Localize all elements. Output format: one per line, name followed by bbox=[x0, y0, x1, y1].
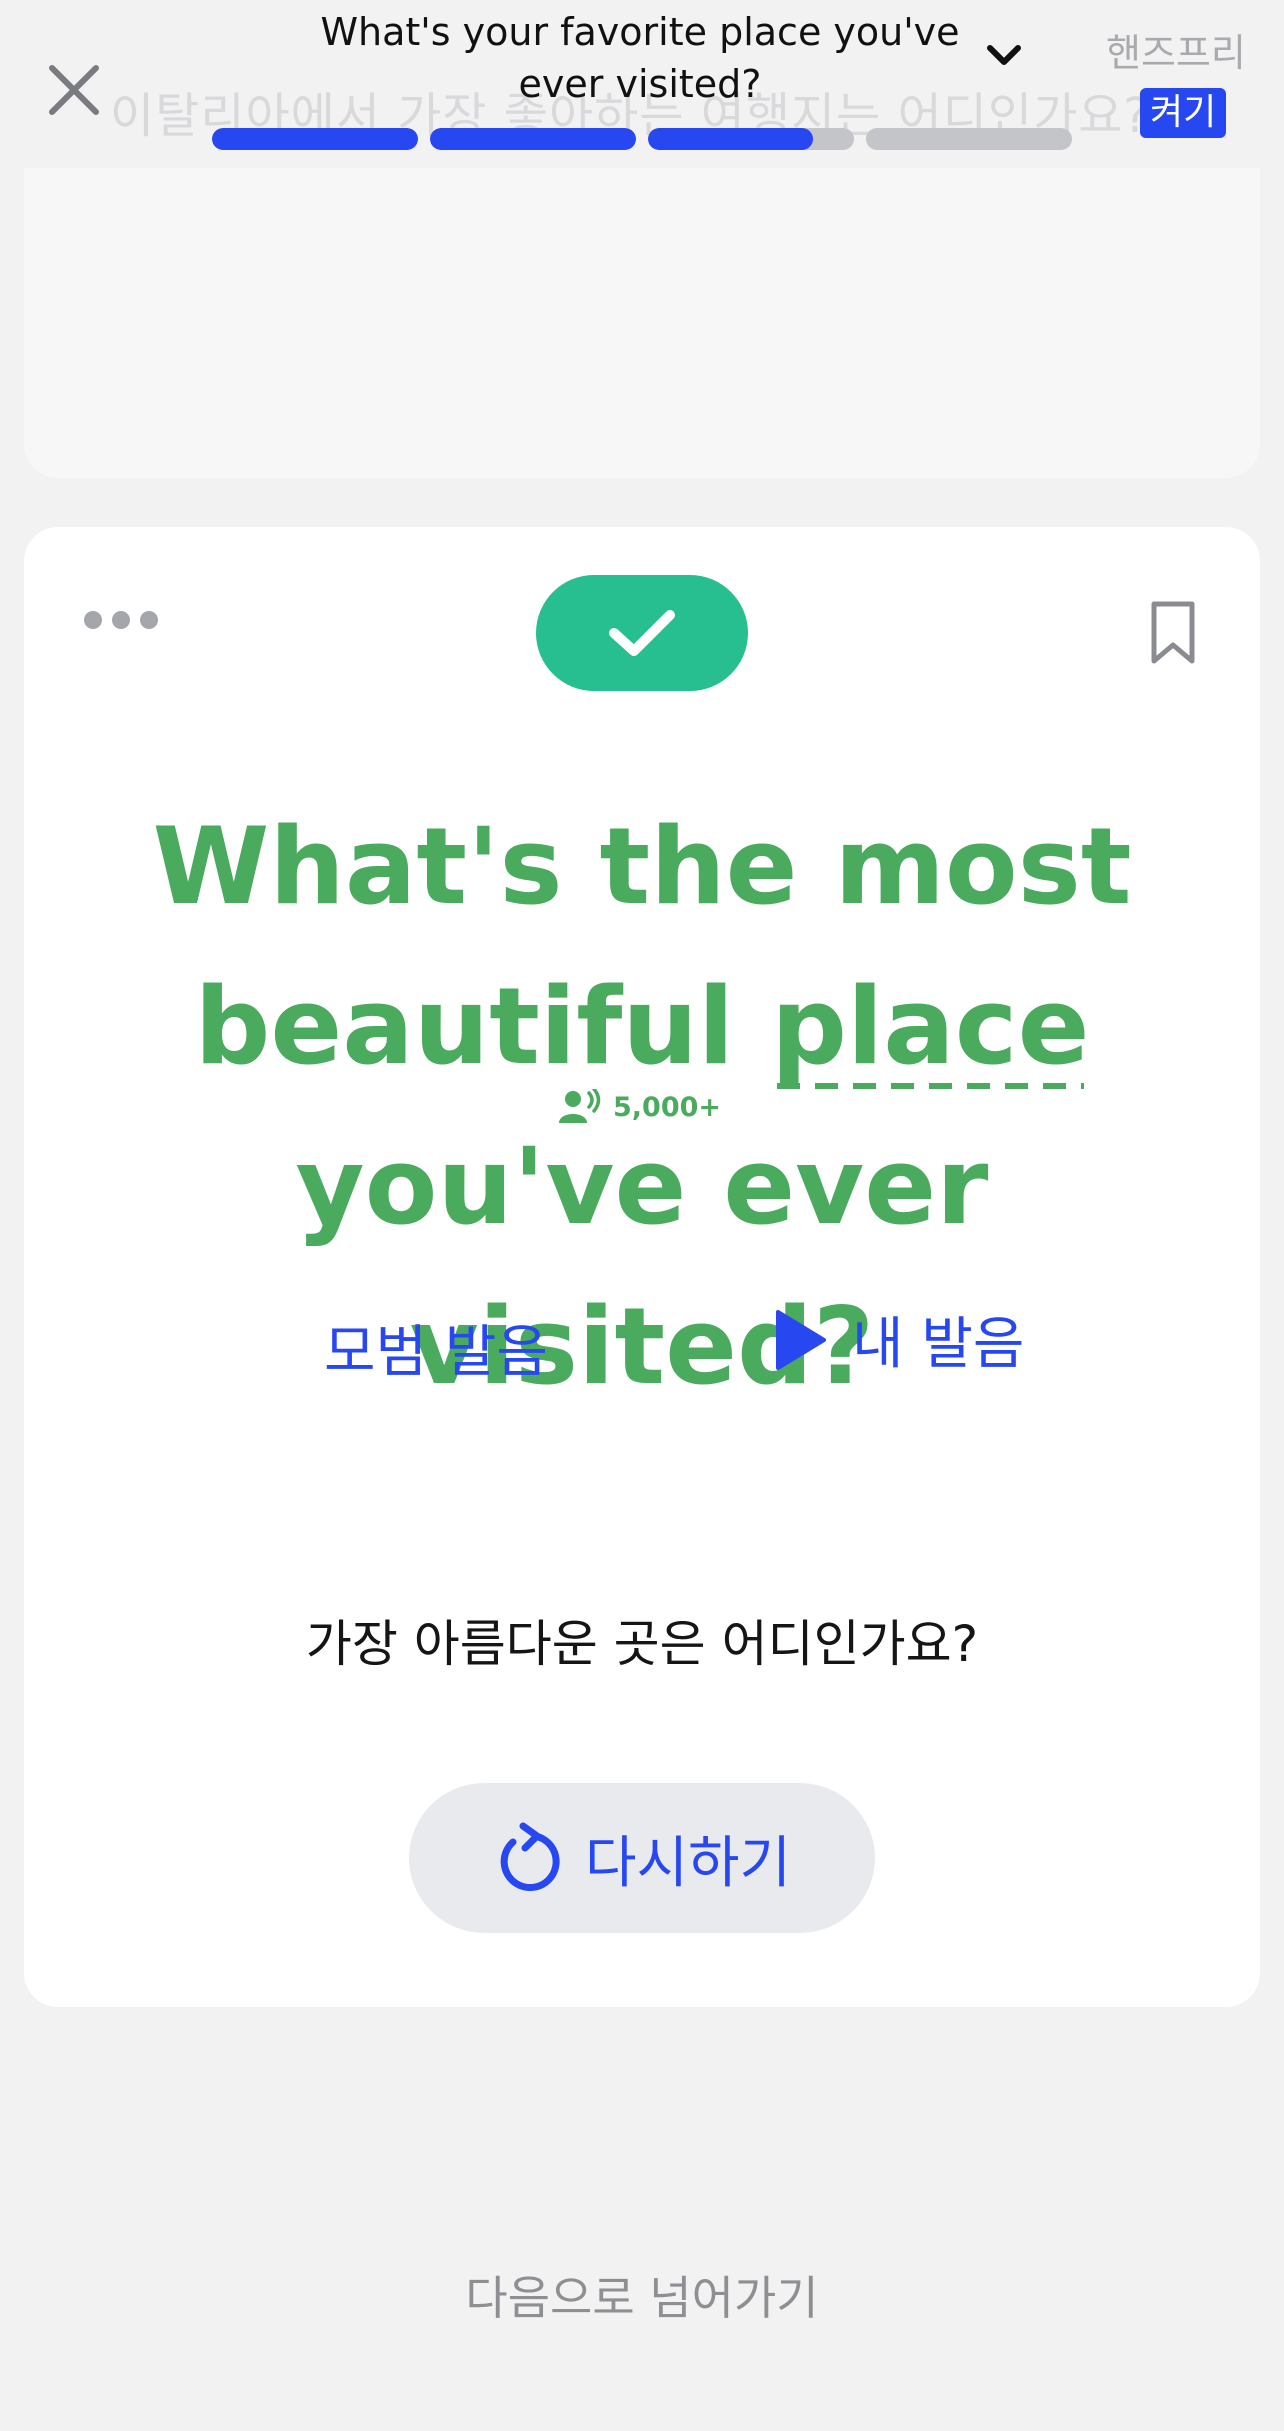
result-badge bbox=[536, 575, 748, 691]
bookmark-button[interactable] bbox=[1144, 599, 1202, 667]
retry-icon bbox=[500, 1822, 560, 1892]
previous-card-panel bbox=[24, 168, 1260, 478]
my-pronunciation-button[interactable]: 내 발음 bbox=[774, 1299, 1024, 1380]
progress-segment bbox=[648, 128, 854, 150]
progress-segment bbox=[430, 128, 636, 150]
check-icon bbox=[609, 610, 675, 656]
more-options-button[interactable] bbox=[84, 599, 164, 639]
close-button[interactable] bbox=[46, 62, 110, 126]
chevron-down-icon[interactable] bbox=[984, 36, 1024, 76]
bookmark-icon bbox=[1151, 601, 1195, 664]
lesson-progress bbox=[212, 128, 1072, 150]
model-pronunciation-button[interactable]: 모범 발음 bbox=[324, 1307, 548, 1388]
listen-count: 5,000+ bbox=[559, 1087, 721, 1127]
progress-segment bbox=[866, 128, 1072, 150]
people-speaking-icon bbox=[559, 1089, 601, 1123]
play-icon bbox=[776, 1309, 826, 1370]
top-bar: 이탈리아에서 가장 좋아하는 여행지는 어디인가요? What's your f… bbox=[0, 0, 1284, 170]
skip-next-link[interactable]: 다음으로 넘어가기 bbox=[0, 2262, 1284, 2328]
sentence-card: What's the most beautiful place you've e… bbox=[24, 527, 1260, 2007]
korean-translation: 가장 아름다운 곳은 어디인가요? bbox=[305, 1615, 979, 1673]
highlighted-word[interactable]: place bbox=[771, 947, 1090, 1107]
retry-button[interactable]: 다시하기 bbox=[409, 1783, 875, 1933]
lesson-title[interactable]: What's your favorite place you've ever v… bbox=[290, 6, 990, 110]
retry-label: 다시하기 bbox=[584, 1830, 792, 1896]
progress-segment bbox=[212, 128, 418, 150]
my-pronunciation-label: 내 발음 bbox=[852, 1312, 1025, 1377]
handsfree-toggle[interactable]: 켜기 bbox=[1140, 88, 1227, 138]
handsfree-label: 핸즈프리 bbox=[1106, 31, 1246, 75]
listen-count-value: 5,000+ bbox=[613, 1091, 722, 1123]
close-icon bbox=[49, 65, 99, 115]
